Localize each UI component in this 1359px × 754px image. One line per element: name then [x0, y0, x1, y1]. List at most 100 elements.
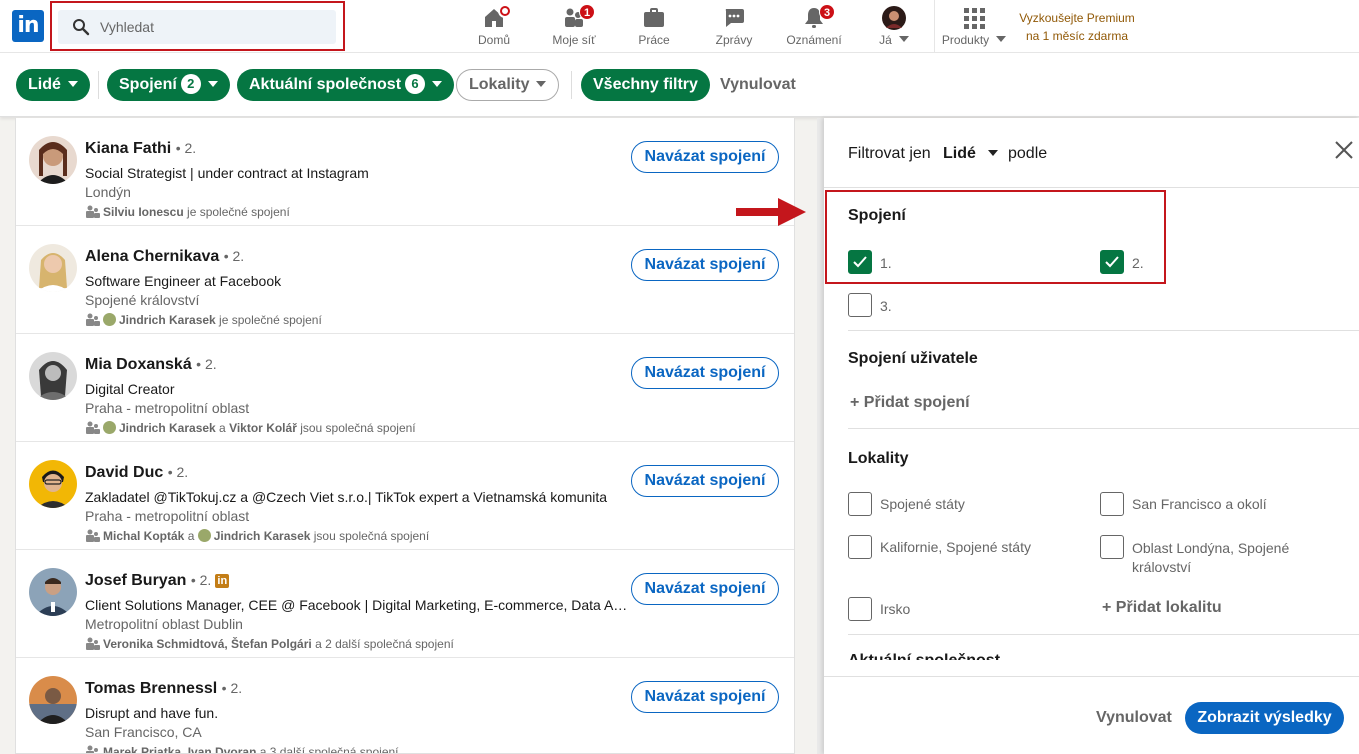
search-bar[interactable] — [58, 10, 336, 44]
home-notification-dot — [498, 4, 512, 18]
mutual-suffix: je společné spojení — [183, 205, 290, 219]
result-name-text: Tomas Brennessl — [85, 680, 218, 697]
mutual-suffix: jsou společná spojení — [310, 529, 430, 543]
result-type-select[interactable]: Lidé — [943, 145, 998, 163]
result-item[interactable]: Alena Chernikava • 2. Software Engineer … — [16, 226, 794, 334]
checkbox-location-london[interactable] — [1100, 535, 1124, 559]
mutual-connections[interactable]: Michal Kopták a Jindrich Karasek jsou sp… — [85, 529, 429, 543]
connection-degree: • 2. — [196, 356, 217, 372]
my-network-badge: 1 — [579, 4, 595, 20]
close-icon[interactable] — [1334, 140, 1354, 160]
result-name[interactable]: Alena Chernikava • 2. — [85, 248, 244, 266]
filter-people[interactable]: Lidé — [16, 69, 90, 101]
result-name[interactable]: Tomas Brennessl • 2. — [85, 680, 242, 698]
nav-my-network[interactable]: 1 Moje síť — [534, 4, 614, 50]
result-name[interactable]: Mia Doxanská • 2. — [85, 356, 217, 374]
connect-button[interactable]: Navázat spojení — [631, 249, 779, 281]
nav-notifications-label: Oznámení — [786, 33, 842, 47]
result-type-value: Lidé — [943, 145, 976, 162]
mutual-connections[interactable]: Veronika Schmidtová, Štefan Polgári a 2 … — [85, 637, 454, 651]
section-connections-title: Spojení — [848, 207, 906, 224]
connect-button[interactable]: Navázat spojení — [631, 357, 779, 389]
nav-notifications[interactable]: 3 Oznámení — [774, 4, 854, 50]
checkbox-3rd-label: 3. — [880, 298, 892, 314]
nav-home[interactable]: Domů — [454, 4, 534, 50]
avatar[interactable] — [29, 568, 77, 616]
show-results-button[interactable]: Zobrazit výsledky — [1185, 702, 1344, 734]
nav-home-label: Domů — [477, 33, 510, 47]
nav-me-label: Já — [879, 33, 892, 47]
messaging-icon — [722, 6, 746, 30]
filter-connections[interactable]: Spojení 2 — [107, 69, 230, 101]
result-item[interactable]: Mia Doxanská • 2. Digital Creator Praha … — [16, 334, 794, 442]
search-input[interactable] — [100, 16, 320, 38]
checkbox-1st-degree[interactable] — [848, 250, 872, 274]
nav-me[interactable]: Já — [854, 4, 934, 50]
filter-company-label: Aktuální společnost — [249, 76, 402, 93]
connection-degree: • 2. — [221, 680, 243, 696]
checkbox-2nd-label: 2. — [1132, 255, 1144, 271]
connect-button[interactable]: Navázat spojení — [631, 465, 779, 497]
result-item[interactable]: Tomas Brennessl • 2. Disrupt and have fu… — [16, 658, 794, 754]
mutual-connections[interactable]: Jindrich Karasek a Viktor Kolář jsou spo… — [85, 421, 416, 435]
linkedin-logo[interactable]: in — [12, 10, 44, 42]
connection-degree: • 2. — [223, 248, 245, 264]
connect-button[interactable]: Navázat spojení — [631, 141, 779, 173]
premium-badge-icon: in — [215, 574, 230, 588]
people-icon — [86, 421, 100, 434]
avatar[interactable] — [29, 352, 77, 400]
result-name[interactable]: Kiana Fathi • 2. — [85, 140, 196, 158]
nav-jobs[interactable]: Práce — [614, 4, 694, 50]
filter-separator — [571, 71, 572, 99]
connect-button[interactable]: Navázat spojení — [631, 681, 779, 713]
mutual-suffix: je společné spojení — [215, 313, 322, 327]
mutual-connections[interactable]: Marek Priatka, Ivan Dvoran a 3 další spo… — [85, 745, 399, 754]
chevron-down-icon — [207, 81, 218, 87]
mutual-avatar — [197, 529, 211, 542]
checkbox-location-california[interactable] — [848, 535, 872, 559]
mutual-connections[interactable]: Silviu Ionescu je společné spojení — [85, 205, 290, 219]
nav-messaging[interactable]: Zprávy — [694, 4, 774, 50]
add-connection-link[interactable]: + Přidat spojení — [850, 394, 970, 412]
result-item[interactable]: David Duc • 2. Zakladatel @TikTokuj.cz a… — [16, 442, 794, 550]
add-location-link[interactable]: + Přidat lokalitu — [1102, 599, 1222, 617]
connect-button[interactable]: Navázat spojení — [631, 573, 779, 605]
section-divider — [848, 634, 1359, 635]
section-locations-title: Lokality — [848, 450, 909, 467]
mutual-connections[interactable]: Jindrich Karasek je společné spojení — [85, 313, 322, 327]
location-ireland-label: Irsko — [880, 601, 911, 617]
mutual-names: Marek Priatka, Ivan Dvoran — [103, 745, 257, 754]
avatar[interactable] — [29, 244, 77, 292]
checkbox-3rd-degree[interactable] — [848, 293, 872, 317]
avatar[interactable] — [29, 676, 77, 724]
checkbox-location-us[interactable] — [848, 492, 872, 516]
filter-company-count: 6 — [405, 74, 426, 94]
filter-locations[interactable]: Lokality — [456, 69, 560, 101]
chevron-down-icon — [987, 150, 998, 156]
mutual-suffix: a 2 další společná spojení — [311, 637, 454, 651]
mutual-mid: a — [184, 529, 198, 543]
premium-upsell-link[interactable]: Vyzkoušejte Premium na 1 měsíc zdarma — [1012, 9, 1142, 45]
filter-current-company[interactable]: Aktuální společnost 6 — [237, 69, 455, 101]
avatar[interactable] — [29, 460, 77, 508]
all-filters-button[interactable]: Všechny filtry — [581, 69, 710, 101]
connection-degree: • 2. — [167, 464, 189, 480]
mutual-names: Jindrich Karasek — [119, 313, 216, 327]
result-name-text: Josef Buryan — [85, 572, 187, 589]
reset-filters-link[interactable]: Vynulovat — [720, 69, 796, 101]
people-icon — [86, 637, 100, 650]
mutual-names: Veronika Schmidtová, Štefan Polgári — [103, 637, 312, 651]
checkbox-location-sf[interactable] — [1100, 492, 1124, 516]
checkbox-location-ireland[interactable] — [848, 597, 872, 621]
panel-reset-button[interactable]: Vynulovat — [1096, 709, 1172, 727]
result-name[interactable]: Josef Buryan • 2. in — [85, 572, 230, 590]
filter-connections-count: 2 — [180, 74, 201, 94]
checkbox-2nd-degree[interactable] — [1100, 250, 1124, 274]
nav-products[interactable]: Produkty — [934, 4, 1014, 50]
avatar[interactable] — [29, 136, 77, 184]
result-item[interactable]: Josef Buryan • 2. in Client Solutions Man… — [16, 550, 794, 658]
bell-icon: 3 — [802, 4, 835, 30]
result-name[interactable]: David Duc • 2. — [85, 464, 188, 482]
result-headline: Social Strategist | under contract at In… — [85, 165, 369, 181]
result-item[interactable]: Kiana Fathi • 2. Social Strategist | und… — [16, 118, 794, 226]
